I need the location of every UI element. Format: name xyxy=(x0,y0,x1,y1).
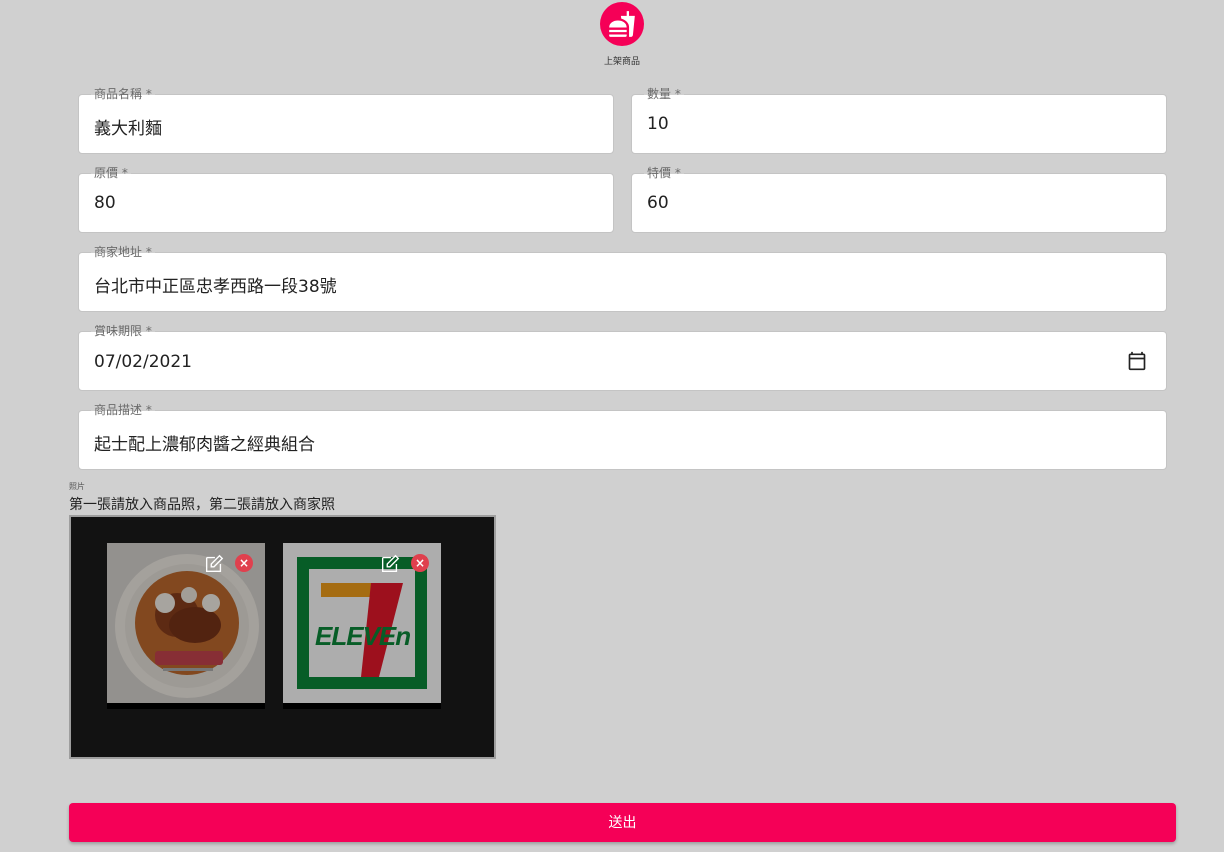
special-price-value: 60 xyxy=(647,193,669,213)
product-name-value: 義大利麵 xyxy=(94,119,162,139)
fastfood-icon xyxy=(600,2,644,46)
expiry-date-field[interactable]: 賞味期限 * 07/02/2021 xyxy=(78,323,1167,391)
address-value: 台北市中正區忠孝西路一段38號 xyxy=(94,277,337,297)
page-title: 上架商品 xyxy=(603,57,640,67)
address-field[interactable]: 商家地址 * 台北市中正區忠孝西路一段38號 xyxy=(78,244,1167,312)
close-icon[interactable]: × xyxy=(411,554,429,572)
description-label: 商品描述 * xyxy=(91,402,155,418)
calendar-icon[interactable] xyxy=(1127,351,1147,371)
expiry-date-value: 07/02/2021 xyxy=(94,352,192,372)
special-price-label: 特價 * xyxy=(644,165,684,181)
quantity-field[interactable]: 數量 * 10 xyxy=(631,86,1167,154)
edit-icon[interactable] xyxy=(203,553,225,575)
original-price-value: 80 xyxy=(94,193,116,213)
photo-hint-text: 第一張請放入商品照，第二張請放入商家照 xyxy=(69,497,335,513)
description-value: 起士配上濃郁肉醬之經典組合 xyxy=(94,435,315,455)
edit-icon[interactable] xyxy=(379,553,401,575)
special-price-field[interactable]: 特價 * 60 xyxy=(631,165,1167,233)
expiry-date-label: 賞味期限 * xyxy=(91,323,155,339)
address-label: 商家地址 * xyxy=(91,244,155,260)
original-price-label: 原價 * xyxy=(91,165,131,181)
submit-button[interactable]: 送出 xyxy=(69,803,1176,842)
quantity-label: 數量 * xyxy=(644,86,684,102)
store-photo-thumbnail[interactable]: ELEVEn × xyxy=(283,543,441,709)
original-price-field[interactable]: 原價 * 80 xyxy=(78,165,614,233)
close-icon[interactable]: × xyxy=(235,554,253,572)
photo-section-label: 照片 xyxy=(69,482,85,491)
page-header: 上架商品 xyxy=(0,2,1224,67)
photo-uploader[interactable]: × ELEVEn × xyxy=(69,515,496,759)
quantity-value: 10 xyxy=(647,114,669,134)
description-field[interactable]: 商品描述 * 起士配上濃郁肉醬之經典組合 xyxy=(78,402,1167,470)
product-name-field[interactable]: 商品名稱 * 義大利麵 xyxy=(78,86,614,154)
product-photo-thumbnail[interactable]: × xyxy=(107,543,265,709)
product-name-label: 商品名稱 * xyxy=(91,86,155,102)
